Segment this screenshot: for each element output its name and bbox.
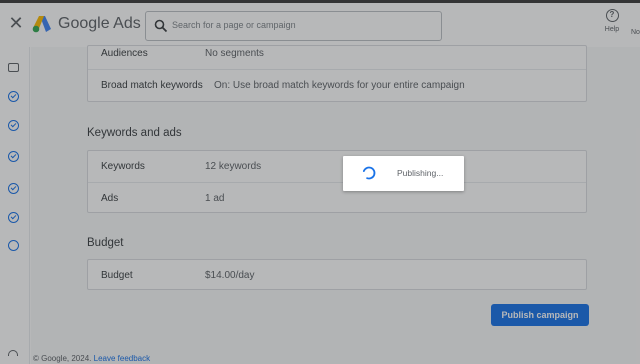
loading-spinner-icon: [362, 166, 376, 180]
publishing-status-text: Publishing...: [397, 168, 444, 178]
publishing-dialog: Publishing...: [343, 156, 464, 191]
modal-scrim: [0, 0, 640, 364]
